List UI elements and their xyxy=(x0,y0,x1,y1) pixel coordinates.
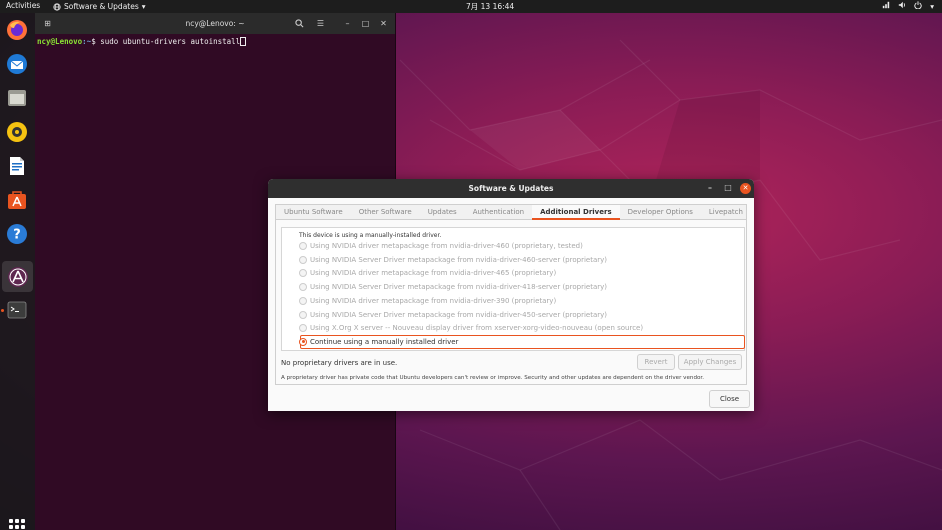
software-updates-dialog[interactable]: Software & Updates – □ ✕ Ubuntu Software… xyxy=(268,179,754,411)
libreoffice-writer-icon xyxy=(10,157,24,175)
tab-livepatch[interactable]: Livepatch xyxy=(701,205,751,220)
thunderbird-launcher[interactable] xyxy=(5,52,29,76)
software-updater-launcher[interactable] xyxy=(2,261,33,292)
driver-option-label: Using NVIDIA Server Driver metapackage f… xyxy=(310,310,607,319)
software-updater-icon xyxy=(7,266,28,287)
driver-option-label: Continue using a manually installed driv… xyxy=(310,337,459,346)
app-menu-label: Software & Updates xyxy=(64,2,139,11)
help-icon: ? xyxy=(7,224,27,244)
drivers-list: This device is using a manually-installe… xyxy=(281,227,745,351)
app-globe-icon xyxy=(53,2,61,11)
radio-button[interactable] xyxy=(299,337,307,346)
radio-button[interactable] xyxy=(299,283,307,292)
dock: ? xyxy=(0,13,35,530)
software-center-icon xyxy=(8,191,26,209)
rhythmbox-icon xyxy=(7,122,27,142)
radio-button[interactable] xyxy=(299,324,307,333)
close-icon[interactable]: ✕ xyxy=(377,17,390,30)
device-note: This device is using a manually-installe… xyxy=(299,232,442,239)
driver-status: No proprietary drivers are in use. xyxy=(281,359,398,367)
driver-option-label: Using NVIDIA Server Driver metapackage f… xyxy=(310,255,607,264)
terminal-output[interactable]: ncy@Lenovo:~$ sudo ubuntu-drivers autoin… xyxy=(35,34,395,49)
rhythmbox-launcher[interactable] xyxy=(5,120,29,144)
driver-option[interactable]: Using X.Org X server -- Nouveau display … xyxy=(299,322,643,334)
minimize-icon[interactable]: – xyxy=(341,17,354,30)
top-bar: Activities Software & Updates ▾ 7月 13 16… xyxy=(0,0,942,13)
driver-option[interactable]: Using NVIDIA driver metapackage from nvi… xyxy=(299,295,556,307)
prompt-user: ncy@Lenovo xyxy=(37,37,83,46)
files-icon xyxy=(8,90,26,106)
driver-option[interactable]: Using NVIDIA Server Driver metapackage f… xyxy=(299,254,607,266)
driver-option[interactable]: Using NVIDIA driver metapackage from nvi… xyxy=(299,267,556,279)
tab-other-software[interactable]: Other Software xyxy=(351,205,420,220)
volume-icon xyxy=(899,1,906,9)
writer-launcher[interactable] xyxy=(5,154,29,178)
software-center-launcher[interactable] xyxy=(5,188,29,212)
driver-option[interactable]: Using NVIDIA Server Driver metapackage f… xyxy=(299,309,607,321)
network-icon xyxy=(883,1,890,9)
tab-bar: Ubuntu Software Other Software Updates Auth… xyxy=(276,205,746,220)
tab-updates[interactable]: Updates xyxy=(420,205,465,220)
driver-option-label: Using NVIDIA driver metapackage from nvi… xyxy=(310,296,557,305)
files-launcher[interactable] xyxy=(5,86,29,110)
running-indicator xyxy=(1,309,4,312)
radio-button[interactable] xyxy=(299,255,307,264)
search-icon[interactable] xyxy=(293,17,306,30)
tab-additional-drivers[interactable]: Additional Drivers xyxy=(532,205,620,220)
show-applications-icon[interactable] xyxy=(9,519,25,530)
tab-authentication[interactable]: Authentication xyxy=(465,205,532,220)
dialog-title: Software & Updates xyxy=(468,184,554,193)
revert-button[interactable]: Revert xyxy=(637,354,675,370)
maximize-icon[interactable]: □ xyxy=(723,183,733,193)
driver-option[interactable]: Continue using a manually installed driv… xyxy=(299,336,458,348)
settings-notebook: Ubuntu Software Other Software Updates Auth… xyxy=(275,204,747,385)
terminal-header: ⊞ ncy@Lenovo: ~ ☰ – □ ✕ xyxy=(35,13,395,34)
chevron-down-icon: ▾ xyxy=(141,2,146,11)
minimize-icon[interactable]: – xyxy=(705,183,715,193)
driver-option[interactable]: Using NVIDIA Server Driver metapackage f… xyxy=(299,281,607,293)
apply-changes-button[interactable]: Apply Changes xyxy=(678,354,742,370)
proprietary-footnote: A proprietary driver has private code th… xyxy=(281,375,704,381)
terminal-command: sudo ubuntu-drivers autoinstall xyxy=(100,37,241,46)
prompt-symbol: $ xyxy=(91,37,101,46)
help-launcher[interactable]: ? xyxy=(5,222,29,246)
close-button[interactable]: Close xyxy=(709,390,750,408)
firefox-icon xyxy=(7,20,27,40)
activities-button[interactable]: Activities xyxy=(6,1,40,10)
tab-developer-options[interactable]: Developer Options xyxy=(620,205,701,220)
radio-button[interactable] xyxy=(299,242,307,250)
dialog-header: Software & Updates – □ ✕ xyxy=(268,179,754,198)
radio-button[interactable] xyxy=(299,296,307,305)
text-cursor xyxy=(240,37,247,46)
radio-button[interactable] xyxy=(299,310,307,319)
clock[interactable]: 7月 13 16:44 xyxy=(466,1,514,12)
driver-option-label: Using NVIDIA driver metapackage from nvi… xyxy=(310,269,557,278)
close-icon[interactable]: ✕ xyxy=(740,183,751,194)
terminal-launcher[interactable] xyxy=(5,298,29,322)
power-icon xyxy=(914,1,922,9)
svg-text:?: ? xyxy=(13,228,21,243)
hamburger-menu-icon[interactable]: ☰ xyxy=(314,17,327,30)
radio-button[interactable] xyxy=(299,269,307,278)
terminal-icon xyxy=(7,301,27,319)
app-menu[interactable]: Software & Updates ▾ xyxy=(53,1,146,12)
firefox-launcher[interactable] xyxy=(5,18,29,42)
driver-option-label: Using NVIDIA driver metapackage from nvi… xyxy=(310,242,583,250)
prompt-path: :~ xyxy=(82,37,92,46)
thunderbird-icon xyxy=(7,54,27,74)
system-tray[interactable]: ▾ xyxy=(882,1,934,12)
tab-ubuntu-software[interactable]: Ubuntu Software xyxy=(276,205,351,220)
driver-option-label: Using X.Org X server -- Nouveau display … xyxy=(310,324,644,333)
maximize-icon[interactable]: □ xyxy=(359,17,372,30)
driver-option-label: Using NVIDIA Server Driver metapackage f… xyxy=(310,283,607,292)
driver-option[interactable]: Using NVIDIA driver metapackage from nvi… xyxy=(299,240,583,252)
tray-chevron-down-icon: ▾ xyxy=(930,2,934,11)
